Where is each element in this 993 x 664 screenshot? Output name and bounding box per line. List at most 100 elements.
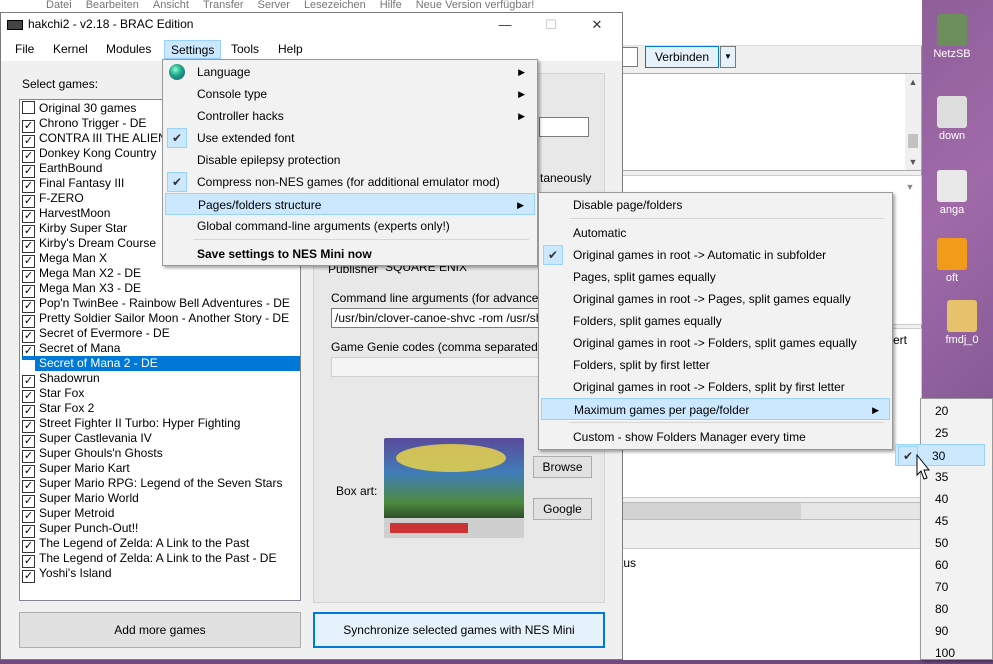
menu-item[interactable]: Disable page/folders: [541, 194, 890, 216]
browse-button[interactable]: Browse: [533, 456, 592, 478]
menu-item[interactable]: 45: [923, 510, 990, 532]
menu-item[interactable]: Folders, split games equally: [541, 310, 890, 332]
title-bar[interactable]: hakchi2 - v2.18 - BRAC Edition — ☐ ✕: [1, 13, 622, 37]
menu-item[interactable]: Controller hacks ▶: [165, 105, 535, 127]
game-list-item[interactable]: ✓ Star Fox: [22, 386, 300, 403]
game-list-item[interactable]: ✓ Super Castlevania IV: [22, 431, 300, 448]
menu-item[interactable]: 80: [923, 598, 990, 620]
menu-item[interactable]: Automatic: [541, 222, 890, 244]
game-list-item[interactable]: ✓ Yoshi's Island: [22, 566, 300, 583]
boxart-image[interactable]: [384, 438, 524, 538]
menu-item[interactable]: Folders, split by first letter: [541, 354, 890, 376]
game-list-item[interactable]: ✓ Star Fox 2: [22, 401, 300, 418]
game-list-item[interactable]: ✓ Secret of Evermore - DE: [22, 326, 300, 343]
menu-item[interactable]: 70: [923, 576, 990, 598]
game-list-item[interactable]: ✓ Super Ghouls'n Ghosts: [22, 446, 300, 463]
desktop-icon[interactable]: NetzSB: [922, 14, 982, 60]
menu-item[interactable]: Save settings to NES Mini now: [165, 243, 535, 265]
background-menu-item[interactable]: Neue Version verfügbar!: [416, 0, 535, 11]
cmdline-field[interactable]: /usr/bin/clover-canoe-shvc -rom /usr/sha…: [331, 308, 541, 328]
menu-item[interactable]: 35: [923, 466, 990, 488]
menu-item[interactable]: 90: [923, 620, 990, 642]
background-menu-item[interactable]: Ansicht: [153, 0, 189, 11]
background-menu-item[interactable]: Bearbeiten: [86, 0, 139, 11]
game-list-item[interactable]: ✓ Mega Man X2 - DE: [22, 266, 300, 283]
menu-item[interactable]: 60: [923, 554, 990, 576]
background-menu-item[interactable]: Hilfe: [380, 0, 402, 11]
menu-item[interactable]: Disable epilepsy protection: [165, 149, 535, 171]
game-list-item[interactable]: ✓ The Legend of Zelda: A Link to the Past: [22, 536, 300, 553]
menu-item[interactable]: ✔ Original games in root -> Automatic in …: [541, 244, 890, 266]
menu-modules[interactable]: Modules: [100, 40, 157, 59]
desktop-icon[interactable]: fmdj_0: [932, 300, 992, 346]
google-button[interactable]: Google: [533, 498, 592, 520]
game-list-item[interactable]: ✓ Super Mario RPG: Legend of the Seven St…: [22, 476, 300, 493]
menu-item[interactable]: Original games in root -> Folders, split…: [541, 332, 890, 354]
menu-item[interactable]: Console type ▶: [165, 83, 535, 105]
menu-item[interactable]: Original games in root -> Pages, split g…: [541, 288, 890, 310]
add-more-games-button[interactable]: Add more games: [19, 612, 301, 648]
game-list-item[interactable]: ✓ Super Mario Kart: [22, 461, 300, 478]
menu-item[interactable]: 50: [923, 532, 990, 554]
scroll-up-icon[interactable]: ▲: [905, 74, 921, 90]
game-list-item[interactable]: ✓ Pop'n TwinBee - Rainbow Bell Adventures…: [22, 296, 300, 313]
genie-field[interactable]: [331, 357, 541, 377]
maximize-button[interactable]: ☐: [528, 13, 574, 37]
column-header-fragment[interactable]: ert: [893, 333, 907, 347]
menu-item[interactable]: Pages/folders structure ▶: [165, 193, 535, 215]
game-list-item[interactable]: ✓ The Legend of Zelda: A Link to the Past…: [22, 551, 300, 568]
menu-item[interactable]: 20: [923, 400, 990, 422]
menu-settings[interactable]: Settings: [164, 40, 222, 59]
menu-item[interactable]: ✔ 30: [895, 444, 985, 466]
background-toolbar-area: [620, 12, 922, 46]
background-menu-item[interactable]: Datei: [46, 0, 72, 11]
game-list-item[interactable]: ✓ Super Metroid: [22, 506, 300, 523]
menu-item[interactable]: ✔ Compress non-NES games (for additional …: [165, 171, 535, 193]
game-list-item[interactable]: ✓ Super Punch-Out!!: [22, 521, 300, 538]
game-list-item[interactable]: ✓ Mega Man X3 - DE: [22, 281, 300, 298]
menu-item[interactable]: 25: [923, 422, 990, 444]
menu-item[interactable]: 100: [923, 642, 990, 664]
desktop-icon[interactable]: anga: [922, 170, 982, 216]
scroll-thumb[interactable]: [908, 134, 918, 148]
menu-item-label: Save settings to NES Mini now: [197, 247, 372, 261]
menu-item[interactable]: Maximum games per page/folder ▶: [541, 398, 890, 420]
menu-file[interactable]: File: [9, 40, 40, 59]
background-menu-item[interactable]: Server: [258, 0, 290, 11]
menu-item[interactable]: Custom - show Folders Manager every time: [541, 426, 890, 448]
menu-item[interactable]: Original games in root -> Folders, split…: [541, 376, 890, 398]
background-menu-item[interactable]: Transfer: [203, 0, 244, 11]
game-list-item[interactable]: ✓ Secret of Mana 2 - DE: [22, 356, 300, 373]
game-list-item[interactable]: ✓ Street Fighter II Turbo: Hyper Fighting: [22, 416, 300, 433]
menu-item[interactable]: Language ▶: [165, 61, 535, 83]
game-list-item[interactable]: ✓ Super Mario World: [22, 491, 300, 508]
path-dropdown-icon[interactable]: ▼: [901, 178, 919, 196]
game-list-item[interactable]: ✓ Pretty Soldier Sailor Moon - Another St…: [22, 311, 300, 328]
game-name: Mega Man X: [39, 251, 108, 265]
menu-item[interactable]: 40: [923, 488, 990, 510]
connect-button[interactable]: Verbinden: [645, 46, 719, 68]
desktop-icon[interactable]: oft: [922, 238, 982, 284]
close-button[interactable]: ✕: [574, 13, 620, 37]
background-menu-item[interactable]: Lesezeichen: [304, 0, 366, 11]
game-id-field[interactable]: [539, 117, 589, 137]
submenu-arrow-icon: ▶: [518, 67, 525, 77]
scroll-down-icon[interactable]: ▼: [905, 154, 921, 170]
minimize-button[interactable]: —: [482, 13, 528, 37]
menu-tools[interactable]: Tools: [225, 40, 265, 59]
menu-separator: [569, 422, 884, 423]
connect-dropdown-button[interactable]: ▼: [720, 46, 736, 68]
synchronize-button[interactable]: Synchronize selected games with NES Mini: [313, 612, 605, 648]
menu-kernel[interactable]: Kernel: [47, 40, 94, 59]
menu-item[interactable]: Pages, split games equally: [541, 266, 890, 288]
game-checkbox[interactable]: [22, 101, 35, 114]
menu-item[interactable]: ✔ Use extended font: [165, 127, 535, 149]
game-checkbox[interactable]: ✓: [22, 570, 35, 583]
log-scrollbar[interactable]: ▲ ▼: [905, 74, 921, 170]
desktop-icon[interactable]: down: [922, 96, 982, 142]
game-list-item[interactable]: ✓ Shadowrun: [22, 371, 300, 388]
menu-item[interactable]: Global command-line arguments (experts o…: [165, 215, 535, 237]
game-list-item[interactable]: ✓ Secret of Mana: [22, 341, 300, 358]
menu-help[interactable]: Help: [272, 40, 309, 59]
boxart-label: Box art:: [336, 484, 378, 498]
